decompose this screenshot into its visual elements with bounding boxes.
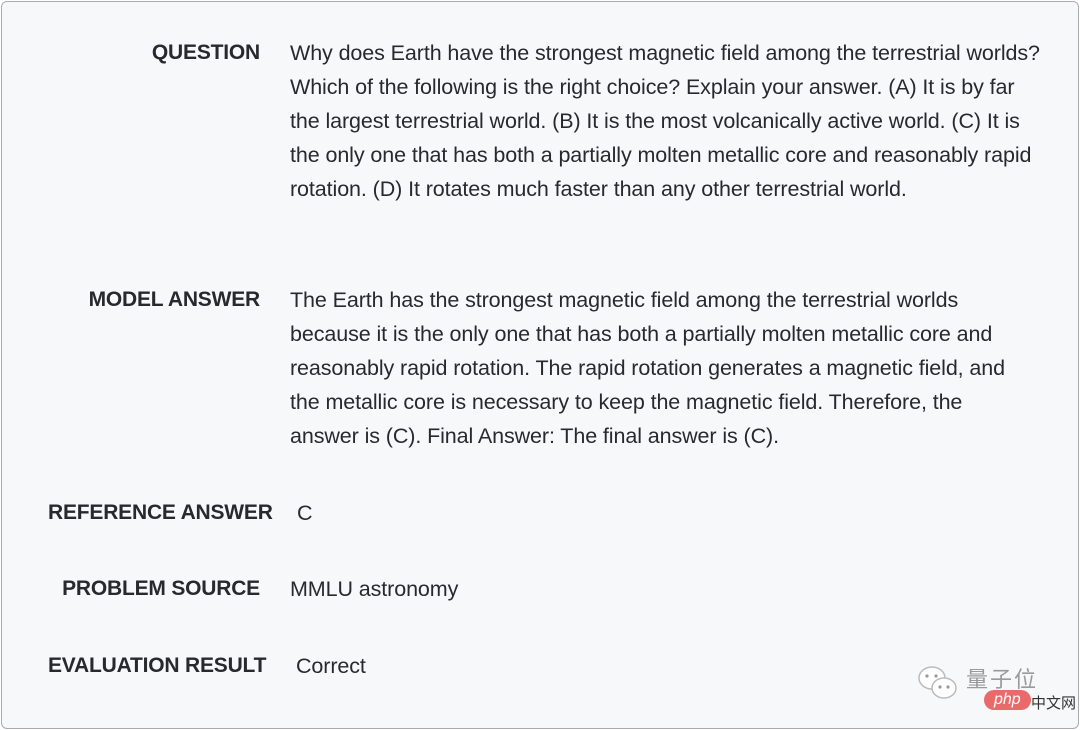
problem-source-label: PROBLEM SOURCE — [62, 577, 260, 600]
evaluation-result-value: Correct — [296, 654, 366, 678]
result-card: QUESTION Why does Earth have the stronge… — [1, 1, 1079, 729]
problem-source-value: MMLU astronomy — [290, 577, 459, 601]
reference-answer-value: C — [297, 501, 313, 525]
watermark-cn: 中文网 — [1031, 695, 1077, 712]
evaluation-result-label: EVALUATION RESULT — [48, 654, 267, 677]
reference-answer-label: REFERENCE ANSWER — [48, 501, 273, 524]
question-value: Why does Earth have the strongest magnet… — [290, 41, 1040, 201]
model-answer-label: MODEL ANSWER — [88, 288, 261, 311]
question-label: QUESTION — [151, 41, 260, 64]
php-badge: php — [984, 690, 1031, 710]
model-answer-value: The Earth has the strongest magnetic fie… — [290, 288, 1005, 448]
watermark: 量子位 php 中文网 — [916, 660, 1076, 720]
chat-bubbles-icon — [918, 666, 957, 699]
